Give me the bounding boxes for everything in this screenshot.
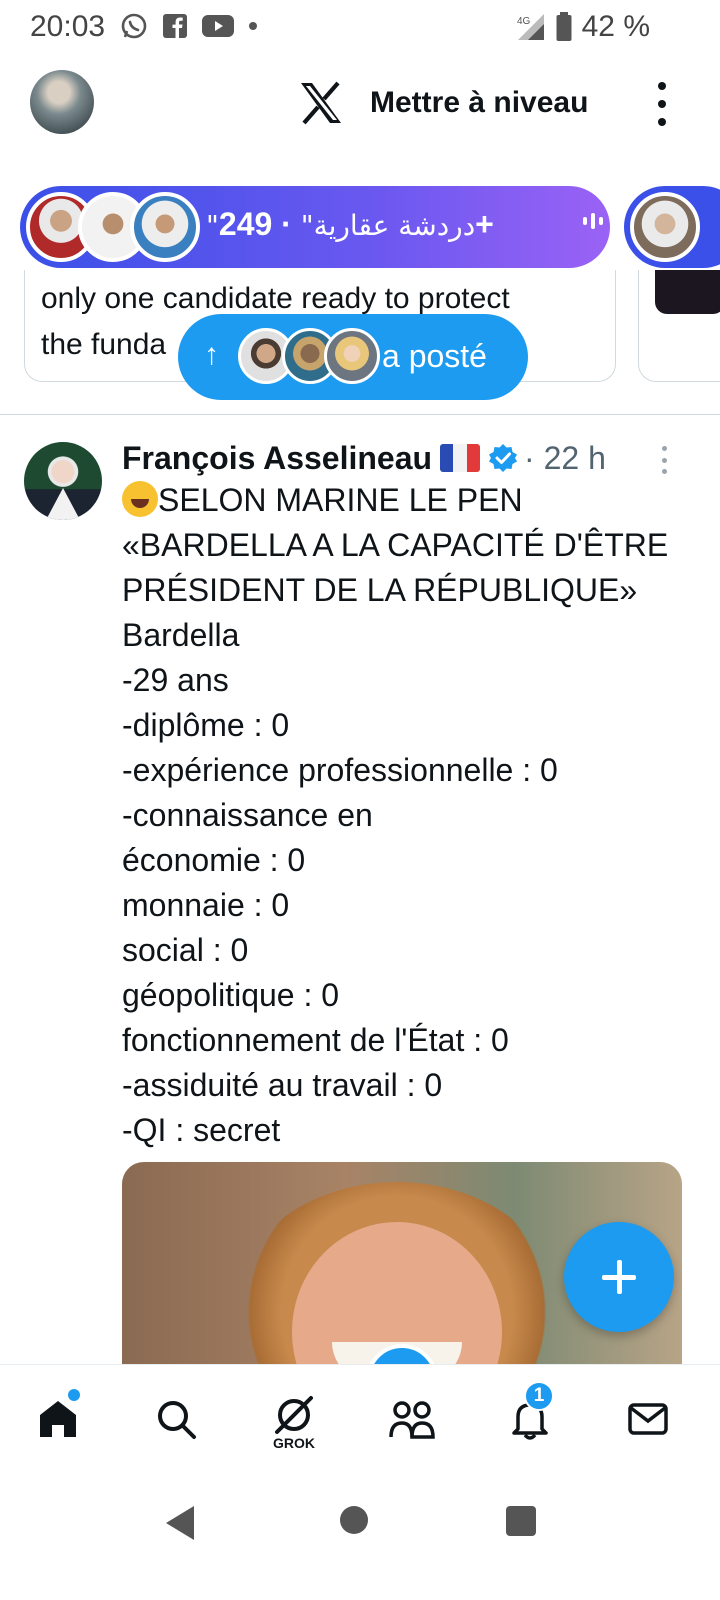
tweet-line: social : 0 <box>122 932 249 968</box>
x-logo-icon[interactable] <box>298 80 344 126</box>
france-flag-icon <box>440 444 481 472</box>
feed-divider <box>0 414 720 415</box>
space-host-avatar <box>130 192 200 262</box>
communities-icon[interactable] <box>382 1389 442 1449</box>
status-time: 20:03 <box>30 10 106 43</box>
youtube-icon <box>202 15 234 37</box>
tweet-text: SELON MARINE LE PEN «BARDELLA A LA CAPAC… <box>122 478 702 1153</box>
battery-percentage: 42 % <box>581 10 650 43</box>
author-avatar[interactable] <box>24 442 102 520</box>
tweet-line: fonctionnement de l'État : 0 <box>122 1022 509 1058</box>
tweet-line: -assiduité au travail : 0 <box>122 1067 443 1103</box>
tweet-line: économie : 0 <box>122 842 306 878</box>
quoted-post-text: the funda <box>41 328 167 361</box>
tweet-line: «BARDELLA A LA CAPACITÉ D'ÊTRE <box>122 527 669 563</box>
home-circle-icon[interactable] <box>340 1506 368 1534</box>
compose-post-button[interactable] <box>564 1222 674 1332</box>
network-label: 4G <box>517 16 531 27</box>
verified-badge-icon[interactable] <box>488 443 518 473</box>
system-navigation-bar <box>0 1474 720 1600</box>
tweet-line: -connaissance en <box>122 797 373 833</box>
signal-icon: 4G <box>517 14 544 40</box>
status-notification-icons <box>120 12 258 40</box>
back-icon[interactable] <box>166 1506 194 1540</box>
live-space-card-next[interactable] <box>624 186 720 268</box>
whatsapp-icon <box>121 13 147 39</box>
profile-avatar[interactable] <box>30 70 94 134</box>
arrow-up-icon: ↑ <box>204 338 219 371</box>
audio-wave-icon <box>580 208 606 241</box>
more-options-icon[interactable] <box>652 82 672 126</box>
upgrade-button[interactable]: Mettre à niveau <box>370 86 588 120</box>
space-title: "دردشة عقارية" · 249+ <box>206 206 494 243</box>
status-bar: 20:03 4G 42 % <box>0 0 720 56</box>
live-space-card[interactable]: "دردشة عقارية" · 249+ <box>20 186 610 268</box>
search-icon[interactable] <box>146 1389 206 1449</box>
new-posts-label: a posté <box>382 338 487 374</box>
home-unread-dot <box>68 1389 80 1401</box>
post-time[interactable]: · 22 h <box>524 440 606 477</box>
status-system-icons: 4G 42 % <box>516 10 650 44</box>
new-posts-pill[interactable]: ↑ a posté <box>178 314 528 400</box>
bottom-navigation: GROK 1 <box>0 1364 720 1474</box>
space-host-avatar <box>630 192 700 262</box>
poster-avatar <box>324 328 380 384</box>
adjacent-card-media <box>655 270 720 314</box>
tweet-line: monnaie : 0 <box>122 887 290 923</box>
tweet-line: -QI : secret <box>122 1112 281 1148</box>
tweet-line-headline: SELON MARINE LE PEN <box>122 478 702 523</box>
tweet-line: géopolitique : 0 <box>122 977 340 1013</box>
adjacent-card[interactable] <box>638 270 720 382</box>
tweet-line: Bardella <box>122 617 240 653</box>
tweet-line: SELON MARINE LE PEN <box>158 482 523 518</box>
top-header: Mettre à niveau <box>0 60 720 150</box>
tweet-line: -expérience professionnelle : 0 <box>122 752 558 788</box>
tweet-line: PRÉSIDENT DE LA RÉPUBLIQUE» <box>122 572 638 608</box>
space-separator: · <box>272 206 301 242</box>
dot-icon <box>249 22 257 30</box>
tweet-line: -29 ans <box>122 662 229 698</box>
facebook-icon <box>163 14 187 38</box>
author-name[interactable]: François Asselineau <box>122 440 432 477</box>
grok-label: GROK <box>273 1435 315 1451</box>
tweet-line: -diplôme : 0 <box>122 707 290 743</box>
messages-icon[interactable] <box>618 1389 678 1449</box>
post-more-icon[interactable] <box>662 446 670 474</box>
notification-count-badge: 1 <box>524 1381 554 1411</box>
tweet-header: François Asselineau · 22 h <box>122 438 606 478</box>
rofl-emoji-icon <box>122 481 158 517</box>
recent-apps-icon[interactable] <box>506 1506 536 1536</box>
battery-icon <box>556 12 572 41</box>
quoted-post-text: only one candidate ready to protect <box>41 282 510 315</box>
